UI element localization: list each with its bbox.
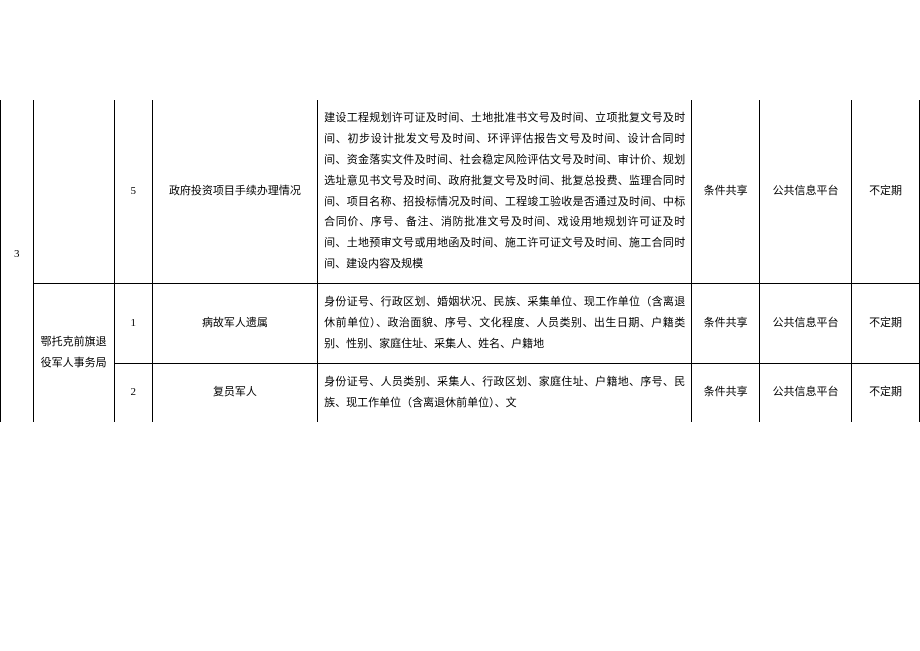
cell-item: 政府投资项目手续办理情况 bbox=[152, 100, 317, 284]
cell-num: 2 bbox=[114, 363, 152, 421]
cell-period: 不定期 bbox=[852, 100, 920, 284]
cell-dept: 鄂托克前旗退役军人事务局 bbox=[33, 284, 114, 422]
cell-item: 复员军人 bbox=[152, 363, 317, 421]
cell-desc: 建设工程规划许可证及时间、土地批准书文号及时间、立项批复文号及时间、初步设计批发… bbox=[318, 100, 692, 284]
cell-period: 不定期 bbox=[852, 284, 920, 364]
cell-dept bbox=[33, 100, 114, 284]
table-row: 鄂托克前旗退役军人事务局 1 病故军人遗属 身份证号、行政区划、婚姻状况、民族、… bbox=[1, 284, 920, 364]
cell-desc: 身份证号、人员类别、采集人、行政区划、家庭住址、户籍地、序号、民族、现工作单位（… bbox=[318, 363, 692, 421]
cell-period: 不定期 bbox=[852, 363, 920, 421]
cell-item: 病故军人遗属 bbox=[152, 284, 317, 364]
data-table: 3 5 政府投资项目手续办理情况 建设工程规划许可证及时间、土地批准书文号及时间… bbox=[0, 100, 920, 422]
table-row: 3 5 政府投资项目手续办理情况 建设工程规划许可证及时间、土地批准书文号及时间… bbox=[1, 100, 920, 284]
table-container: 3 5 政府投资项目手续办理情况 建设工程规划许可证及时间、土地批准书文号及时间… bbox=[0, 0, 920, 422]
table-row: 2 复员军人 身份证号、人员类别、采集人、行政区划、家庭住址、户籍地、序号、民族… bbox=[1, 363, 920, 421]
cell-platform: 公共信息平台 bbox=[759, 284, 851, 364]
cell-num: 1 bbox=[114, 284, 152, 364]
cell-share: 条件共享 bbox=[692, 284, 760, 364]
cell-platform: 公共信息平台 bbox=[759, 100, 851, 284]
cell-share: 条件共享 bbox=[692, 363, 760, 421]
cell-share: 条件共享 bbox=[692, 100, 760, 284]
cell-desc: 身份证号、行政区划、婚姻状况、民族、采集单位、现工作单位（含离退休前单位）、政治… bbox=[318, 284, 692, 364]
cell-num: 5 bbox=[114, 100, 152, 284]
cell-seq: 3 bbox=[1, 100, 34, 422]
cell-platform: 公共信息平台 bbox=[759, 363, 851, 421]
